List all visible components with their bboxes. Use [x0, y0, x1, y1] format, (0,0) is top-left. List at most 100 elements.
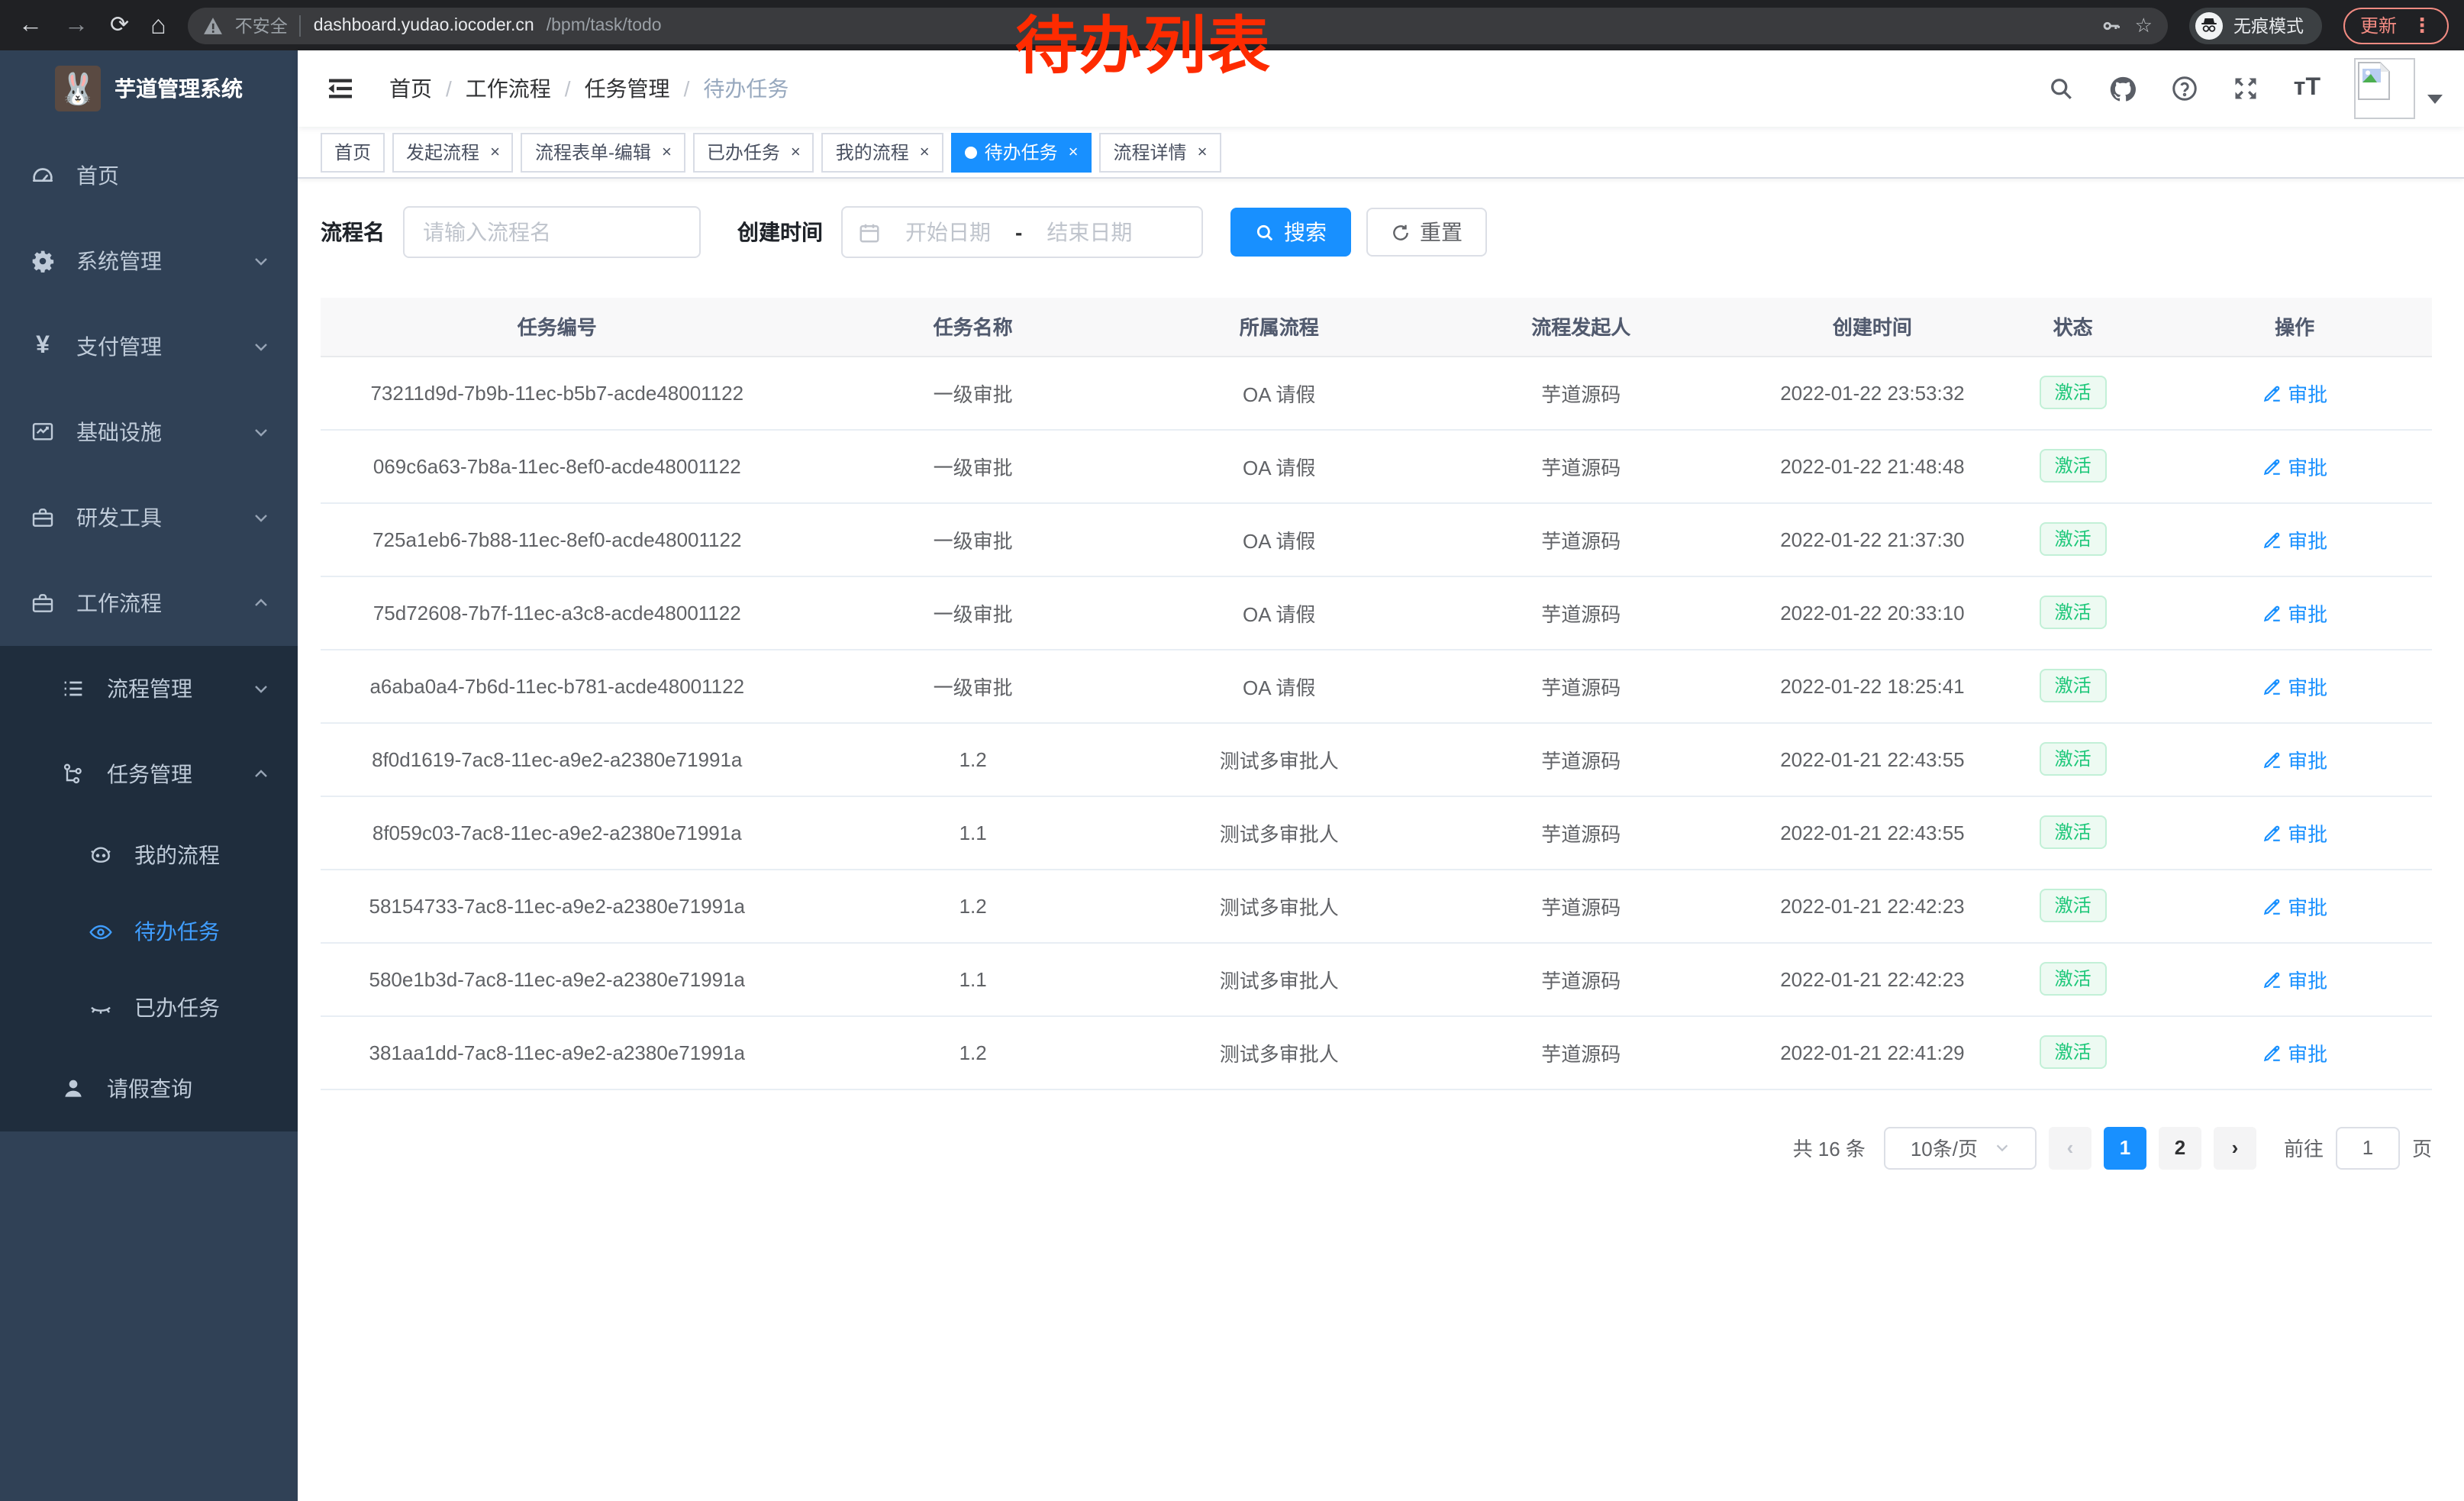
cell-task-id: 73211d9d-7b9b-11ec-b5b7-acde48001122	[321, 356, 794, 429]
tag-close-icon[interactable]: ×	[490, 143, 500, 161]
tag-3[interactable]: 已办任务 ×	[693, 132, 814, 172]
cell-starter: 芋道源码	[1406, 649, 1756, 722]
status-badge: 激活	[2040, 449, 2107, 483]
tag-label: 已办任务	[707, 139, 780, 165]
tag-4[interactable]: 我的流程×	[822, 132, 943, 172]
sidebar-item-label: 待办任务	[134, 916, 220, 947]
sidebar-item-0[interactable]: 首页	[0, 133, 298, 218]
approve-link[interactable]: 审批	[2262, 1038, 2327, 1067]
tag-label: 流程表单-编辑	[535, 139, 651, 165]
approve-link-label: 审批	[2288, 818, 2327, 847]
page-size-select[interactable]: 10条/页	[1884, 1126, 2037, 1169]
sidebar-item-11[interactable]: 请假查询	[0, 1046, 298, 1131]
approve-link[interactable]: 审批	[2262, 378, 2327, 407]
address-bar[interactable]: 不安全 dashboard.yudao.iocoder.cn /bpm/task…	[188, 7, 2168, 44]
reset-button[interactable]: 重置	[1366, 208, 1487, 257]
chevron-up-icon	[252, 594, 270, 612]
forward-icon[interactable]: →	[64, 13, 89, 37]
font-size-icon[interactable]: ᴛT	[2294, 75, 2320, 102]
help-icon[interactable]	[2172, 75, 2199, 102]
start-date-input[interactable]	[893, 220, 1003, 244]
sidebar-logo[interactable]: 🐰 芋道管理系统	[0, 50, 298, 127]
breadcrumb-workflow[interactable]: 工作流程	[466, 73, 551, 104]
sidebar-item-4[interactable]: 研发工具	[0, 475, 298, 560]
browser-menu-icon[interactable]: ⋮	[2412, 13, 2432, 37]
bookmark-star-icon[interactable]: ☆	[2135, 13, 2153, 37]
sidebar-collapse-icon[interactable]	[313, 73, 368, 104]
prev-page-button[interactable]: ‹	[2049, 1126, 2091, 1169]
status-badge: 激活	[2040, 962, 2107, 996]
page-button-2[interactable]: 2	[2159, 1126, 2201, 1169]
approve-link[interactable]: 审批	[2262, 671, 2327, 700]
edit-pencil-icon	[2262, 456, 2282, 476]
cell-process: OA 请假	[1153, 356, 1406, 429]
reload-icon[interactable]: ⟳	[110, 14, 129, 37]
sidebar-item-5[interactable]: 工作流程	[0, 560, 298, 646]
sidebar-item-2[interactable]: ¥支付管理	[0, 304, 298, 389]
sidebar-item-7[interactable]: 任务管理	[0, 731, 298, 817]
approve-link[interactable]: 审批	[2262, 891, 2327, 920]
user-avatar[interactable]	[2354, 58, 2443, 119]
date-range-picker[interactable]: -	[841, 206, 1203, 258]
table-row-5: 8f0d1619-7ac8-11ec-a9e2-a2380e71991a1.2测…	[321, 722, 2432, 796]
back-icon[interactable]: ←	[18, 13, 43, 37]
process-name-input[interactable]	[403, 206, 701, 258]
sidebar-item-9[interactable]: 待办任务	[0, 893, 298, 970]
logo-image: 🐰	[55, 66, 101, 111]
cell-starter: 芋道源码	[1406, 796, 1756, 869]
tag-0[interactable]: 首页	[321, 132, 385, 172]
tag-1[interactable]: 发起流程×	[392, 132, 514, 172]
home-icon[interactable]: ⌂	[150, 12, 166, 38]
list-icon	[61, 676, 85, 701]
tag-close-icon[interactable]: ×	[791, 143, 801, 161]
column-header: 操作	[2157, 298, 2432, 356]
goto-page-input[interactable]	[2336, 1126, 2400, 1169]
breadcrumb-home[interactable]: 首页	[389, 73, 432, 104]
github-icon[interactable]	[2109, 74, 2138, 103]
process-name-label: 流程名	[321, 217, 385, 247]
pagination: 共 16 条 10条/页 ‹ 12 › 前往 页	[321, 1126, 2432, 1169]
tag-2[interactable]: 流程表单-编辑 ×	[521, 132, 685, 172]
approve-link-label: 审批	[2288, 891, 2327, 920]
breadcrumb-task-mgmt[interactable]: 任务管理	[585, 73, 670, 104]
tag-close-icon[interactable]: ×	[1069, 143, 1079, 161]
tag-6[interactable]: 流程详情 ×	[1100, 132, 1221, 172]
approve-link[interactable]: 审批	[2262, 598, 2327, 627]
total-count: 共 16 条	[1793, 1133, 1866, 1162]
sidebar-item-6[interactable]: 流程管理	[0, 646, 298, 731]
sidebar-item-3[interactable]: 基础设施	[0, 389, 298, 475]
cell-create-time: 2022-01-21 22:41:29	[1756, 1015, 1988, 1089]
update-button[interactable]: 更新 ⋮	[2343, 7, 2449, 44]
sidebar-item-10[interactable]: 已办任务	[0, 970, 298, 1046]
filter-form: 流程名 创建时间 - 搜索	[321, 206, 2432, 258]
cell-task-name: 1.2	[794, 1015, 1153, 1089]
cell-task-id: 580e1b3d-7ac8-11ec-a9e2-a2380e71991a	[321, 942, 794, 1015]
next-page-button[interactable]: ›	[2214, 1126, 2256, 1169]
approve-link-label: 审批	[2288, 451, 2327, 480]
tag-close-icon[interactable]: ×	[662, 143, 672, 161]
incognito-icon	[2195, 11, 2223, 39]
tag-close-icon[interactable]: ×	[1198, 143, 1208, 161]
search-icon[interactable]	[2048, 75, 2075, 102]
sidebar-item-label: 流程管理	[107, 673, 192, 704]
page-button-1[interactable]: 1	[2104, 1126, 2146, 1169]
cell-process: 测试多审批人	[1153, 796, 1406, 869]
fullscreen-icon[interactable]	[2233, 75, 2260, 102]
sidebar-item-1[interactable]: 系统管理	[0, 218, 298, 304]
end-date-input[interactable]	[1034, 220, 1144, 244]
tag-close-icon[interactable]: ×	[920, 143, 930, 161]
approve-link[interactable]: 审批	[2262, 744, 2327, 773]
tag-label: 流程详情	[1114, 139, 1187, 165]
security-label: 不安全	[235, 13, 288, 37]
approve-link[interactable]: 审批	[2262, 451, 2327, 480]
approve-link[interactable]: 审批	[2262, 818, 2327, 847]
sidebar-item-8[interactable]: 我的流程	[0, 817, 298, 893]
avatar-caret-icon[interactable]	[2427, 95, 2443, 104]
reset-button-label: 重置	[1420, 217, 1463, 247]
approve-link[interactable]: 审批	[2262, 525, 2327, 554]
password-key-icon[interactable]	[2101, 15, 2123, 36]
approve-link[interactable]: 审批	[2262, 964, 2327, 993]
chart-icon	[31, 420, 55, 444]
search-button[interactable]: 搜索	[1230, 208, 1351, 257]
tag-5[interactable]: 待办任务×	[951, 132, 1092, 172]
